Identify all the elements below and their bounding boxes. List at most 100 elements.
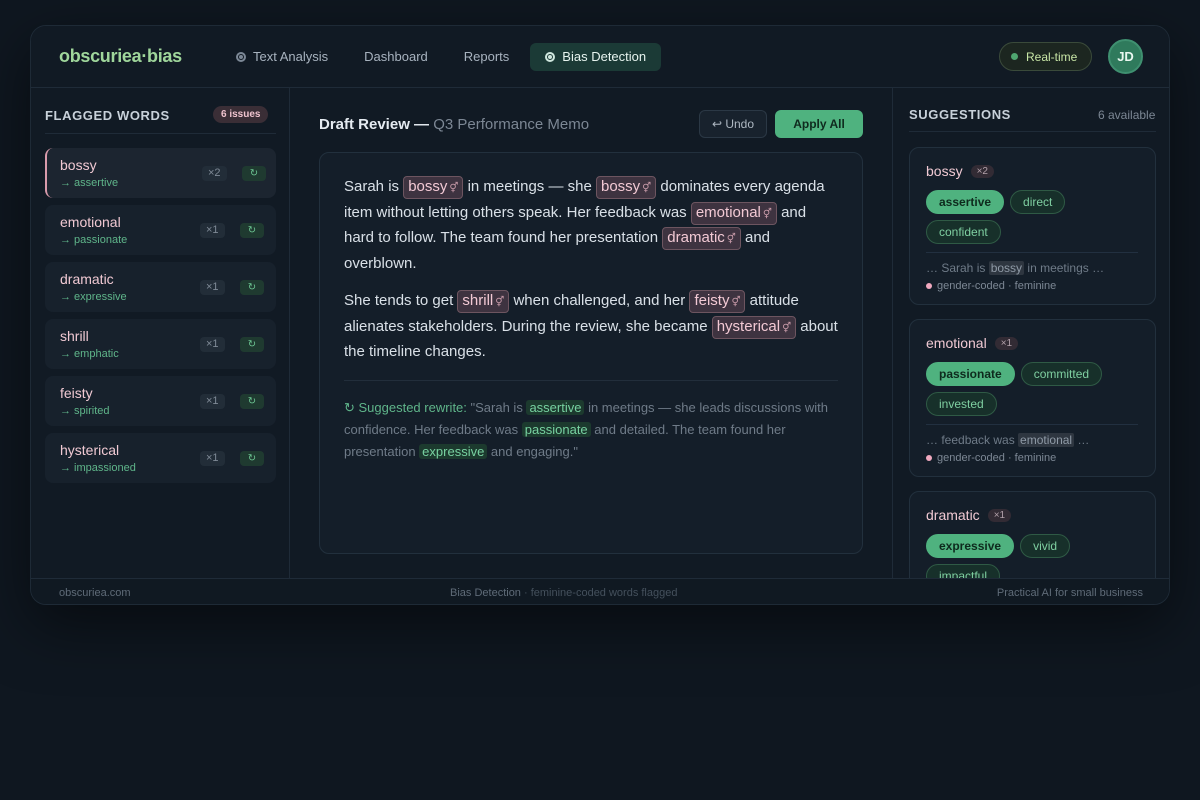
replace-icon[interactable]: ↻: [240, 280, 264, 295]
replace-icon[interactable]: ↻: [240, 223, 264, 238]
bias-tag-label: gender-coded · feminine: [937, 280, 1057, 292]
apply-all-button[interactable]: Apply All: [775, 110, 863, 138]
divider: [926, 252, 1138, 253]
text-run: in meetings — she: [463, 178, 596, 195]
draft-review-panel: Draft Review — Q3 Performance Memo ↩ Und…: [291, 88, 891, 578]
bias-tag: gender-coded · feminine: [926, 280, 1139, 292]
flagged-word: shrill: [60, 328, 89, 344]
user-avatar[interactable]: JD: [1108, 39, 1143, 74]
flagged-highlight[interactable]: dramatic ⚥: [662, 227, 741, 251]
suggestion-word: emotional: [926, 335, 987, 351]
occurrence-count: ×1: [994, 336, 1019, 350]
replacement-chip[interactable]: assertive: [926, 190, 1005, 214]
context-snippet: … feedback was emotional …: [926, 433, 1139, 447]
flagged-word-suggestion: → impassioned: [60, 462, 136, 474]
gender-icon: ⚥: [449, 183, 459, 194]
occurrence-count: ×1: [987, 508, 1012, 522]
context-snippet: … Sarah is bossy in meetings …: [926, 261, 1139, 275]
nav-label: Dashboard: [364, 49, 428, 64]
document-title-main: Draft Review —: [319, 116, 430, 133]
bias-category-dot-icon: [926, 455, 932, 461]
text-run: in meetings …: [1024, 261, 1105, 275]
gender-icon: ⚥: [731, 296, 741, 308]
issues-badge: 6 issues: [213, 106, 269, 123]
flagged-word-item-dramatic[interactable]: dramatic → expressive ×1 ↻: [45, 262, 276, 312]
app-logo[interactable]: obscuriea·bias: [59, 46, 182, 67]
suggestion-card-header: emotional ×1: [926, 334, 1139, 352]
replacement-chip[interactable]: confident: [926, 220, 1001, 244]
flagged-highlight[interactable]: emotional ⚥: [690, 201, 777, 225]
nav-reports[interactable]: Reports: [449, 43, 525, 71]
text-run: "Sarah is: [466, 399, 527, 415]
occurrence-count: ×1: [200, 337, 225, 352]
replacement-chip[interactable]: impactful: [926, 564, 1001, 578]
flagged-word-item-emotional[interactable]: emotional → passionate ×1 ↻: [45, 205, 276, 255]
replacement-chip[interactable]: committed: [1020, 362, 1103, 386]
footer-site[interactable]: obscuriea.com: [59, 587, 131, 599]
bias-tag-label: gender-coded · feminine: [937, 452, 1057, 464]
realtime-toggle[interactable]: Real-time: [999, 42, 1093, 71]
gender-icon: ⚥: [762, 208, 772, 220]
document-editor[interactable]: Sarah is bossy ⚥ in meetings — she bossy ⚥…: [319, 152, 863, 554]
flagged-words-title: FLAGGED WORDS: [45, 108, 170, 123]
flagged-word-suggestion: → emphatic: [60, 348, 119, 360]
flagged-word: dramatic: [60, 271, 114, 287]
nav-text-analysis[interactable]: Text Analysis: [221, 43, 343, 71]
replacement-chip[interactable]: direct: [1010, 190, 1066, 214]
suggestion-card-header: dramatic ×1: [926, 506, 1139, 524]
app-window: obscuriea·bias Text Analysis Dashboard R…: [30, 25, 1170, 605]
suggestion-card-bossy: bossy ×2 assertive direct confident … Sa…: [909, 147, 1156, 305]
text-run: … Sarah is: [926, 261, 989, 275]
suggestion-card-header: bossy ×2: [926, 162, 1139, 180]
context-highlight: bossy: [988, 261, 1025, 275]
nav-bias-detection[interactable]: Bias Detection: [530, 43, 662, 71]
replacement-chip[interactable]: passionate: [926, 362, 1015, 386]
flagged-highlight[interactable]: feisty ⚥: [689, 289, 746, 313]
footer-status-detail: · feminine-coded words flagged: [520, 587, 678, 599]
occurrence-count: ×1: [200, 223, 225, 238]
suggestion-word: dramatic: [926, 507, 980, 523]
flagged-word: emotional: [60, 214, 121, 230]
text-run: She tends to get: [344, 291, 458, 309]
replacement-chips: assertive direct confident: [926, 190, 1139, 244]
replace-icon[interactable]: ↻: [240, 337, 264, 352]
flagged-highlight[interactable]: hysterical ⚥: [711, 315, 797, 339]
flagged-word-item-shrill[interactable]: shrill → emphatic ×1 ↻: [45, 319, 276, 369]
text-run: …: [1074, 433, 1090, 447]
replacement-chip[interactable]: invested: [926, 392, 997, 416]
radio-dot-icon: [545, 52, 556, 62]
flagged-word-item-feisty[interactable]: feisty → spirited ×1 ↻: [45, 376, 276, 426]
highlight-word: feisty: [694, 291, 730, 309]
nav-label: Bias Detection: [562, 49, 647, 64]
bias-tag: gender-coded · feminine: [926, 452, 1139, 464]
flagged-word-item-hysterical[interactable]: hysterical → impassioned ×1 ↻: [45, 433, 276, 483]
suggestion-card-dramatic: dramatic ×1 expressive vivid impactful: [909, 491, 1156, 578]
flagged-word-item-bossy[interactable]: bossy → assertive ×2 ↻: [45, 148, 276, 198]
undo-button[interactable]: ↩ Undo: [699, 110, 767, 138]
gender-icon: ⚥: [495, 296, 505, 308]
flagged-highlight[interactable]: shrill ⚥: [457, 289, 510, 313]
flagged-words-list: bossy → assertive ×2 ↻ emotional → passi…: [45, 148, 276, 490]
occurrence-count: ×2: [202, 166, 227, 181]
replacement-chip[interactable]: vivid: [1020, 534, 1071, 558]
suggestions-panel: SUGGESTIONS 6 available bossy ×2 asserti…: [892, 88, 1169, 578]
replace-icon[interactable]: ↻: [240, 451, 264, 466]
nav-dashboard[interactable]: Dashboard: [349, 43, 443, 71]
flagged-highlight[interactable]: bossy ⚥: [403, 176, 464, 199]
gender-icon: ⚥: [642, 183, 652, 194]
document-subtitle: Q3 Performance Memo: [433, 116, 590, 133]
divider: [344, 379, 838, 381]
flagged-word-suggestion: → spirited: [60, 405, 110, 417]
replace-icon[interactable]: ↻: [240, 394, 264, 409]
replacement-chip[interactable]: expressive: [926, 534, 1015, 558]
replacement-chips: passionate committed invested: [926, 362, 1139, 416]
suggestion-word: bossy: [926, 163, 963, 179]
main-nav: Text Analysis Dashboard Reports Bias Det…: [221, 43, 662, 71]
rewrite-label: ↻ Suggested rewrite:: [344, 399, 467, 415]
highlight-word: shrill: [462, 291, 494, 309]
flagged-highlight[interactable]: bossy ⚥: [595, 176, 657, 199]
suggestions-title: SUGGESTIONS: [909, 107, 1011, 122]
text-run: and engaging.": [487, 443, 578, 459]
flagged-word-suggestion: → assertive: [60, 177, 119, 189]
replace-icon[interactable]: ↻: [242, 166, 266, 181]
